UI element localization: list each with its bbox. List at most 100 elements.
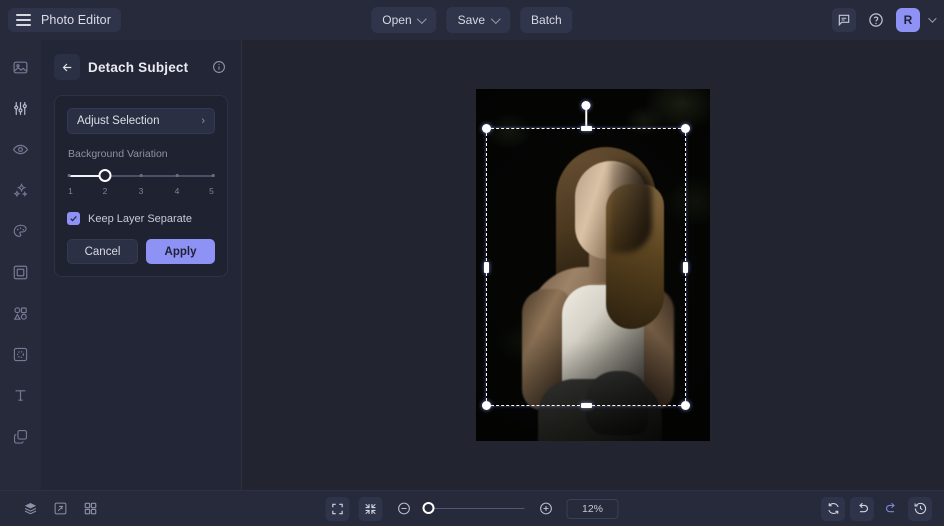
undo-icon	[858, 502, 868, 513]
grid-icon	[84, 502, 96, 515]
photo-canvas[interactable]	[476, 89, 710, 441]
user-avatar[interactable]: R	[896, 8, 920, 32]
canvas-area[interactable]	[242, 40, 944, 490]
sidebar-item-preview[interactable]	[8, 136, 34, 162]
fit-content-button[interactable]	[358, 496, 383, 521]
help-circle-icon	[869, 13, 883, 27]
history-button[interactable]	[908, 496, 932, 521]
handle-top-left[interactable]	[482, 124, 491, 133]
cancel-button[interactable]: Cancel	[67, 239, 138, 264]
sparkles-icon	[13, 182, 28, 197]
save-button-label: Save	[457, 13, 486, 27]
apply-button[interactable]: Apply	[146, 239, 215, 264]
sidebar-item-shapes[interactable]	[8, 300, 34, 326]
handle-bottom-right[interactable]	[681, 401, 690, 410]
frame-icon	[13, 265, 28, 279]
fit-content-icon	[365, 503, 376, 514]
grid-button[interactable]	[78, 497, 102, 521]
sidebar-item-effects[interactable]	[8, 177, 34, 203]
zoom-slider[interactable]	[422, 501, 525, 516]
photo-editor-window: Photo Editor Open Save Batch R Detach Su…	[0, 0, 944, 526]
card-actions: Cancel Apply	[67, 239, 215, 264]
slider-tick-label: 4	[174, 186, 180, 196]
handle-top-right[interactable]	[681, 124, 690, 133]
handle-top-center[interactable]	[580, 126, 592, 131]
brand-menu-button[interactable]: Photo Editor	[8, 8, 121, 32]
slider-handle[interactable]	[98, 169, 112, 182]
slider-tick	[211, 174, 215, 177]
undo-button[interactable]	[850, 496, 874, 521]
fit-screen-icon	[332, 503, 343, 514]
palette-icon	[13, 224, 27, 237]
image-icon	[13, 61, 28, 73]
arrow-left-icon	[62, 63, 71, 71]
chevron-down-icon[interactable]	[417, 13, 428, 24]
slider-scale: 1 2 3 4 5	[68, 186, 214, 199]
zoom-out-icon	[397, 502, 410, 515]
slider-tick	[175, 174, 179, 177]
redo-button[interactable]	[879, 497, 903, 521]
help-button[interactable]	[864, 8, 888, 32]
sidebar-item-layers[interactable]	[8, 423, 34, 449]
check-icon	[70, 215, 77, 222]
top-toolbar: Photo Editor Open Save Batch R	[0, 0, 944, 40]
zoom-in-icon	[539, 502, 552, 515]
reset-icon	[827, 503, 839, 514]
sidebar-item-image[interactable]	[8, 54, 34, 80]
hamburger-menu-icon[interactable]	[16, 14, 31, 26]
shapes-icon	[13, 306, 27, 320]
zoom-out-button[interactable]	[392, 497, 416, 521]
workspace: Detach Subject Adjust Selection › Backgr…	[0, 40, 944, 490]
chevron-down-icon[interactable]	[490, 13, 501, 24]
layers-stack-button[interactable]	[18, 497, 42, 521]
sidebar-item-pattern[interactable]	[8, 341, 34, 367]
rotate-handle[interactable]	[581, 101, 591, 110]
sidebar-item-frame[interactable]	[8, 259, 34, 285]
reset-button[interactable]	[821, 496, 845, 521]
chevron-down-icon[interactable]	[928, 14, 937, 23]
slider-tick-label: 3	[138, 186, 144, 196]
handle-middle-right[interactable]	[683, 261, 688, 273]
handle-bottom-center[interactable]	[580, 403, 592, 408]
open-button[interactable]: Open	[371, 7, 437, 33]
keep-layer-separate-checkbox[interactable]	[67, 212, 80, 225]
back-button[interactable]	[54, 54, 80, 80]
zoom-slider-track	[424, 507, 525, 510]
handle-middle-left[interactable]	[484, 261, 489, 273]
batch-button[interactable]: Batch	[520, 7, 573, 33]
zoom-in-button[interactable]	[534, 497, 558, 521]
zoom-slider-handle[interactable]	[422, 501, 435, 514]
zoom-controls: 12%	[325, 496, 619, 521]
top-right-actions: R	[832, 8, 937, 32]
background-variation-label: Background Variation	[68, 148, 168, 160]
chevron-right-icon: ›	[201, 115, 205, 127]
eye-icon	[12, 144, 29, 154]
detach-subject-card: Adjust Selection › Background Variation …	[54, 95, 228, 277]
comment-icon	[838, 14, 850, 27]
selection-box[interactable]	[482, 101, 690, 410]
bottom-left-tools	[18, 497, 102, 521]
sidebar-item-text[interactable]	[8, 382, 34, 408]
adjust-selection-button[interactable]: Adjust Selection ›	[67, 108, 215, 134]
slider-tick-label: 1	[68, 186, 73, 196]
background-variation-slider[interactable]	[67, 169, 215, 183]
layers-icon	[13, 429, 28, 444]
file-actions: Open Save Batch	[371, 7, 573, 33]
app-title: Photo Editor	[41, 13, 111, 27]
history-icon	[914, 502, 926, 515]
keep-layer-separate-row[interactable]: Keep Layer Separate	[67, 212, 215, 225]
info-button[interactable]	[212, 60, 226, 74]
page-title: Detach Subject	[88, 59, 189, 75]
compare-button[interactable]	[48, 497, 72, 521]
comment-button[interactable]	[832, 8, 856, 32]
bottom-toolbar: 12%	[0, 490, 944, 526]
text-icon	[15, 389, 26, 401]
handle-bottom-left[interactable]	[482, 401, 491, 410]
sidebar-item-adjust[interactable]	[8, 95, 34, 121]
sidebar-item-color[interactable]	[8, 218, 34, 244]
zoom-level-display[interactable]: 12%	[566, 498, 619, 519]
fit-screen-button[interactable]	[325, 496, 350, 521]
slider-tick	[67, 174, 71, 177]
adjust-selection-label: Adjust Selection	[77, 115, 160, 127]
save-button[interactable]: Save	[446, 7, 511, 33]
